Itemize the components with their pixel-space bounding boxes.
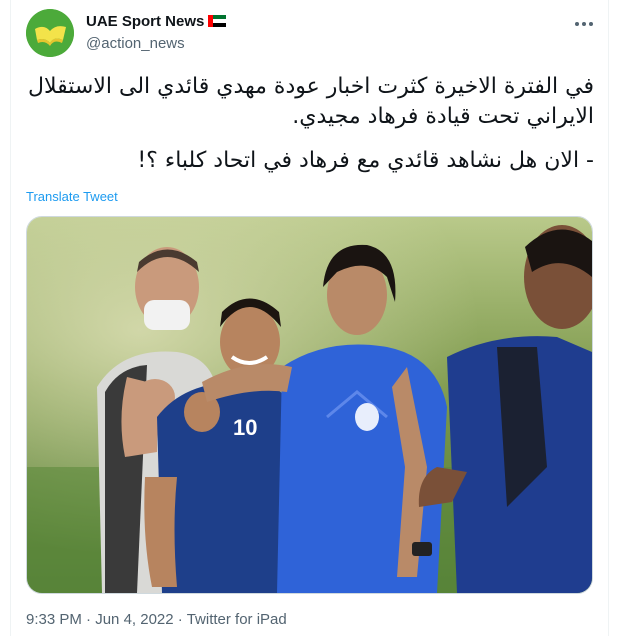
tweet-date[interactable]: Jun 4, 2022 [95,611,173,628]
tweet-line: - الان هل نشاهد قائدي مع فرهاد في اتحاد … [137,148,594,173]
display-name-text[interactable]: UAE Sport News [86,13,204,30]
uae-flag-icon [208,14,227,27]
tweet-source[interactable]: Twitter for iPad [187,611,287,628]
account-handle[interactable]: @action_news [86,35,185,52]
photo-scene: 10 [27,217,592,593]
display-name[interactable]: UAE Sport News [86,13,227,30]
meta-separator: · [177,611,183,628]
tweet-photo[interactable]: 10 [26,216,593,594]
more-options-icon[interactable] [572,12,596,36]
avatar[interactable] [26,9,74,57]
meta-separator: · [86,611,92,628]
shirt-number: 10 [233,415,257,440]
tweet-meta: 9:33 PM · Jun 4, 2022 · Twitter for iPad [26,611,287,628]
translate-tweet-link[interactable]: Translate Tweet [26,189,118,204]
tweet-text: في الفترة الاخيرة كثرت اخبار عودة مهدي ق… [26,72,594,176]
tweet-time[interactable]: 9:33 PM [26,611,82,628]
avatar-logo-icon [26,9,74,57]
tweet-line: في الفترة الاخيرة كثرت اخبار عودة مهدي ق… [28,74,594,129]
